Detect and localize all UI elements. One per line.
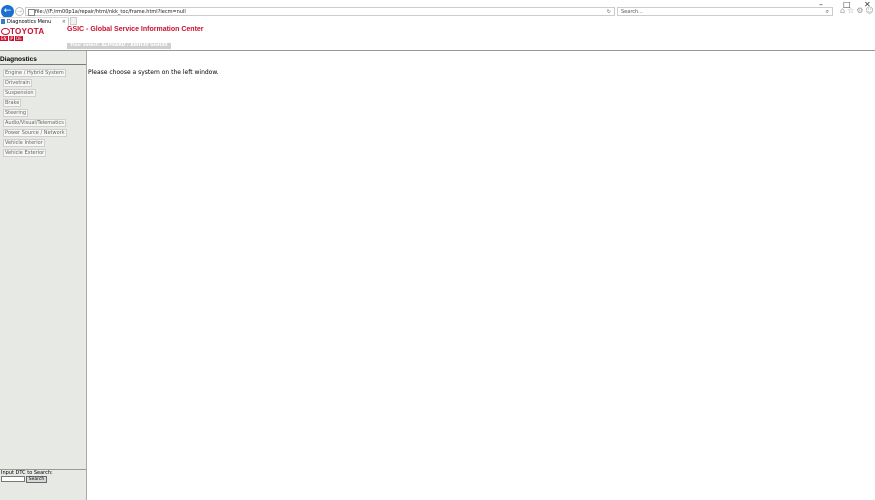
flag-en[interactable]: EN (0, 36, 8, 41)
sidebar-heading: Diagnostics (0, 56, 37, 63)
refresh-icon[interactable]: ↻ (607, 8, 611, 16)
browser-search-box[interactable]: Search... ⌕ (617, 7, 833, 16)
instruction-message: Please choose a system on the left windo… (88, 69, 219, 76)
toolbar-icons[interactable]: ⌂☆⚙☺ (840, 6, 875, 15)
menu-item-vehicle-exterior[interactable]: Vehicle Exterior (3, 149, 47, 157)
toyota-logo: TOYOTA EN JP DE (0, 27, 60, 45)
sidebar-divider (0, 64, 86, 65)
forward-arrow-icon: → (16, 8, 23, 15)
gsic-header: TOYOTA EN JP DE GSIC - Global Service Info… (0, 26, 875, 51)
flag-de[interactable]: DE (15, 36, 23, 41)
browser-chrome: – □ ✕ ← → file:///F:/rm00p1a/repair/html… (0, 0, 875, 27)
address-url[interactable]: file:///F:/rm00p1a/repair/html/nkk_toc/f… (35, 8, 186, 16)
language-flags: EN JP DE (0, 36, 24, 41)
menu-item-suspension[interactable]: Suspension (3, 89, 36, 97)
brand-name: TOYOTA (10, 27, 45, 36)
toyota-emblem-icon (1, 28, 10, 35)
back-arrow-icon: ← (3, 6, 12, 16)
search-icon[interactable]: ⌕ (826, 8, 829, 16)
flag-jp[interactable]: JP (8, 36, 15, 41)
tab-favicon-icon (1, 19, 5, 24)
menu-item-audio-visual[interactable]: Audio/Visual/Telematics (3, 119, 66, 127)
address-bar[interactable]: file:///F:/rm00p1a/repair/html/nkk_toc/f… (25, 7, 615, 16)
page-title: GSIC - Global Service Information Center (67, 26, 204, 33)
menu-item-engine-hybrid[interactable]: Engine / Hybrid System (3, 69, 66, 77)
menu-item-brake[interactable]: Brake (3, 99, 22, 107)
menu-item-steering[interactable]: Steering (3, 109, 29, 117)
search-placeholder: Search... (621, 9, 643, 15)
diagnostics-sidebar: Diagnostics Engine / Hybrid System Drive… (0, 51, 87, 500)
menu-item-vehicle-interior[interactable]: Vehicle Interior (3, 139, 45, 147)
menu-item-drivetrain[interactable]: Drivetrain (3, 79, 32, 87)
forward-button[interactable]: → (15, 7, 24, 16)
menu-item-power-network[interactable]: Power Source / Network (3, 129, 67, 137)
page-icon (28, 9, 35, 16)
dtc-search-button[interactable]: Search (26, 476, 47, 483)
tab-close-icon[interactable]: × (62, 18, 66, 26)
vehicle-selection-badge: Your select: ALPHARD / AWH30 GGH30 (67, 43, 171, 49)
tab-title: Diagnostics Menu (7, 19, 52, 25)
dtc-search-input[interactable] (1, 476, 25, 482)
new-tab-button[interactable] (70, 17, 77, 25)
main-content: Please choose a system on the left windo… (88, 51, 875, 500)
system-menu: Engine / Hybrid System Drivetrain Suspen… (3, 69, 67, 159)
